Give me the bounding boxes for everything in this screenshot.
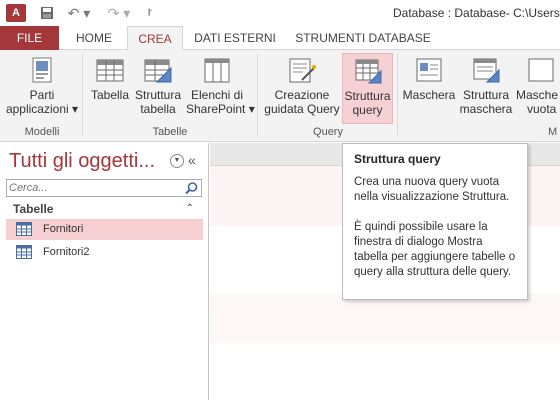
chevron-down-icon: ⨡ <box>148 7 152 19</box>
ribbon: Parti applicazioni ▾ Modelli Tabella Str… <box>0 50 560 142</box>
tooltip-description: Crea una nuova query vuota nella visuali… <box>354 176 510 203</box>
blank-form-icon <box>528 58 554 82</box>
parti-applicazioni-button[interactable]: Parti applicazioni ▾ <box>4 53 80 124</box>
redo-icon: ↷ ▾ <box>107 4 131 21</box>
collapse-group-icon: ⌃ <box>185 203 194 214</box>
tab-strumenti-database[interactable]: STRUMENTI DATABASE <box>290 26 436 50</box>
group-separator <box>82 54 83 136</box>
query-design-icon <box>355 59 381 84</box>
search-input[interactable] <box>9 181 181 195</box>
tooltip-title: Struttura query <box>354 152 441 166</box>
group-label-tabelle: Tabelle <box>152 126 188 138</box>
navpane-title[interactable]: Tutti gli oggetti... <box>9 150 155 173</box>
search-box <box>6 179 202 197</box>
maschera-vuota-button[interactable]: Masche vuota <box>514 53 560 124</box>
struttura-tabella-button[interactable]: Struttura tabella <box>133 53 183 124</box>
maschera-button[interactable]: Maschera <box>402 53 456 124</box>
table-design-icon <box>144 59 172 83</box>
undo-button[interactable]: ↶ ▾ <box>66 3 92 23</box>
struttura-maschera-button[interactable]: Struttura maschera <box>458 53 514 124</box>
group-label-maschere: M <box>548 126 558 138</box>
group-separator <box>257 54 258 136</box>
undo-icon: ↶ ▾ <box>67 4 91 21</box>
workspace-band <box>210 293 560 343</box>
list-item[interactable]: Fornitori2 <box>6 242 203 263</box>
save-button[interactable] <box>38 3 56 23</box>
double-chevron-left-icon: « <box>188 152 196 168</box>
tab-file[interactable]: FILE <box>0 26 59 50</box>
navpane-collapse-button[interactable]: « <box>188 152 196 168</box>
save-icon <box>41 7 53 19</box>
search-icon[interactable] <box>184 181 199 196</box>
tabella-button[interactable]: Tabella <box>88 53 132 124</box>
navpane-dropdown-button[interactable]: ▼ <box>170 154 184 168</box>
tab-crea[interactable]: CREA <box>127 26 183 51</box>
title-bar: A ↶ ▾ ↷ ▾ ⨡ Database : Database- C:\User… <box>0 0 560 26</box>
customize-quick-access-button[interactable]: ⨡ <box>144 3 156 23</box>
sharepoint-list-icon <box>204 58 230 83</box>
list-item-label: Fornitori <box>43 223 84 235</box>
application-parts-icon <box>32 57 52 83</box>
table-icon <box>96 59 124 82</box>
list-item-label: Fornitori2 <box>43 246 90 258</box>
tab-home[interactable]: HOME <box>68 26 120 50</box>
group-label-query: Query <box>313 126 343 138</box>
struttura-query-button[interactable]: Struttura query <box>342 53 393 124</box>
ribbon-tab-bar: FILE HOME CREA DATI ESTERNI STRUMENTI DA… <box>0 26 560 51</box>
list-item[interactable]: Fornitori <box>6 219 203 240</box>
creazione-guidata-query-button[interactable]: Creazione guidata Query <box>262 53 342 124</box>
chevron-down-icon: ▼ <box>173 157 181 164</box>
form-icon <box>416 58 442 82</box>
access-app-icon[interactable]: A <box>6 4 26 22</box>
table-icon <box>16 222 32 236</box>
struttura-query-tooltip: Struttura query Crea una nuova query vuo… <box>342 143 528 300</box>
tooltip-description-detail: È quindi possibile usare la finestra di … <box>354 221 516 278</box>
group-separator <box>397 54 398 136</box>
group-label-modelli: Modelli <box>24 126 60 138</box>
tab-dati-esterni[interactable]: DATI ESTERNI <box>192 26 278 50</box>
window-title: Database : Database- C:\Users\ <box>393 6 560 20</box>
elenchi-sharepoint-button[interactable]: Elenchi di SharePoint ▾ <box>186 53 255 124</box>
group-header-label: Tabelle <box>13 202 54 216</box>
navigation-pane: Tutti gli oggetti... ▼ « Tabelle ⌃ Forni… <box>0 143 209 400</box>
group-header-tabelle[interactable]: Tabelle ⌃ <box>6 201 202 219</box>
redo-button[interactable]: ↷ ▾ <box>106 3 132 23</box>
query-wizard-icon <box>289 58 316 83</box>
form-design-icon <box>473 58 500 83</box>
table-icon <box>16 245 32 259</box>
